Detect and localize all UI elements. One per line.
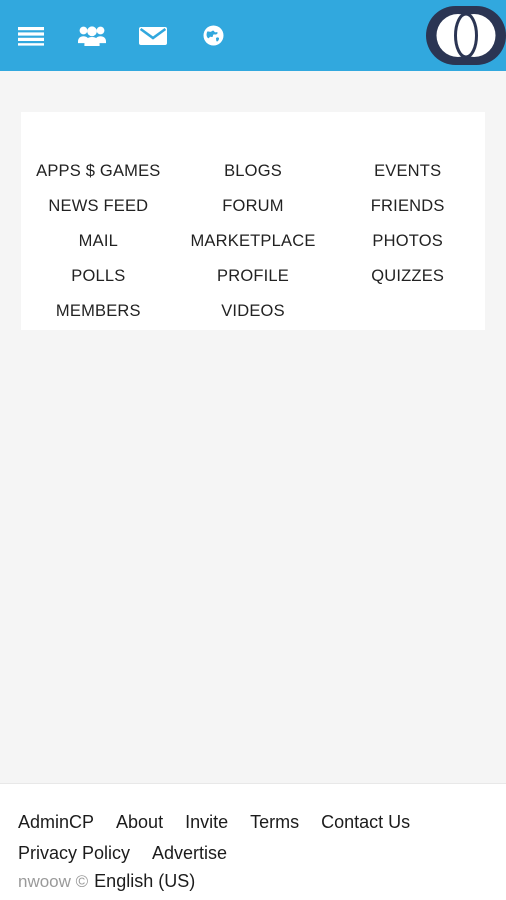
menu-item-mail[interactable]: MAIL [79,224,118,259]
copyright-text: nwoow © [18,872,89,891]
hamburger-menu-button[interactable] [0,0,61,71]
footer-link-contact-us[interactable]: Contact Us [321,810,410,834]
footer-meta-row: nwoow © English (US) [18,871,506,892]
menu-item-profile[interactable]: PROFILE [217,259,289,294]
hamburger-menu-icon [17,26,44,46]
menu-item-apps-games[interactable]: APPS $ GAMES [36,154,160,189]
footer-link-invite[interactable]: Invite [185,810,228,834]
menu-column-2: BLOGS FORUM MARKETPLACE PROFILE VIDEOS [176,154,331,329]
header-icon-group [0,0,244,71]
menu-item-photos[interactable]: PHOTOS [372,224,443,259]
friends-button[interactable] [61,0,122,71]
footer-links-row-1: AdminCP About Invite Terms Contact Us [18,810,506,834]
menu-item-news-feed[interactable]: NEWS FEED [48,189,148,224]
mail-button[interactable] [122,0,183,71]
top-navigation-bar [0,0,506,71]
friends-group-icon [77,25,106,46]
footer-links-row-2: Privacy Policy Advertise [18,841,506,865]
envelope-mail-icon [138,26,167,46]
nwoow-logo[interactable] [426,6,506,65]
menu-column-1: APPS $ GAMES NEWS FEED MAIL POLLS MEMBER… [21,154,176,329]
menu-item-quizzes[interactable]: QUIZZES [371,259,444,294]
menu-item-videos[interactable]: VIDEOS [221,294,285,329]
menu-item-friends[interactable]: FRIENDS [371,189,445,224]
footer-link-admincp[interactable]: AdminCP [18,810,94,834]
menu-item-members[interactable]: MEMBERS [56,294,141,329]
footer-link-about[interactable]: About [116,810,163,834]
globe-notifications-icon [203,25,224,46]
language-selector[interactable]: English (US) [94,871,195,892]
menu-item-polls[interactable]: POLLS [71,259,125,294]
page-footer: AdminCP About Invite Terms Contact Us Pr… [0,783,506,900]
notifications-button[interactable] [183,0,244,71]
menu-item-marketplace[interactable]: MARKETPLACE [190,224,315,259]
footer-link-terms[interactable]: Terms [250,810,299,834]
menu-item-events[interactable]: EVENTS [374,154,441,189]
main-menu-card: APPS $ GAMES NEWS FEED MAIL POLLS MEMBER… [21,112,485,330]
footer-link-privacy-policy[interactable]: Privacy Policy [18,841,130,865]
menu-item-blogs[interactable]: BLOGS [224,154,282,189]
menu-item-forum[interactable]: FORUM [222,189,284,224]
footer-link-advertise[interactable]: Advertise [152,841,227,865]
menu-column-3: EVENTS FRIENDS PHOTOS QUIZZES [330,154,485,294]
